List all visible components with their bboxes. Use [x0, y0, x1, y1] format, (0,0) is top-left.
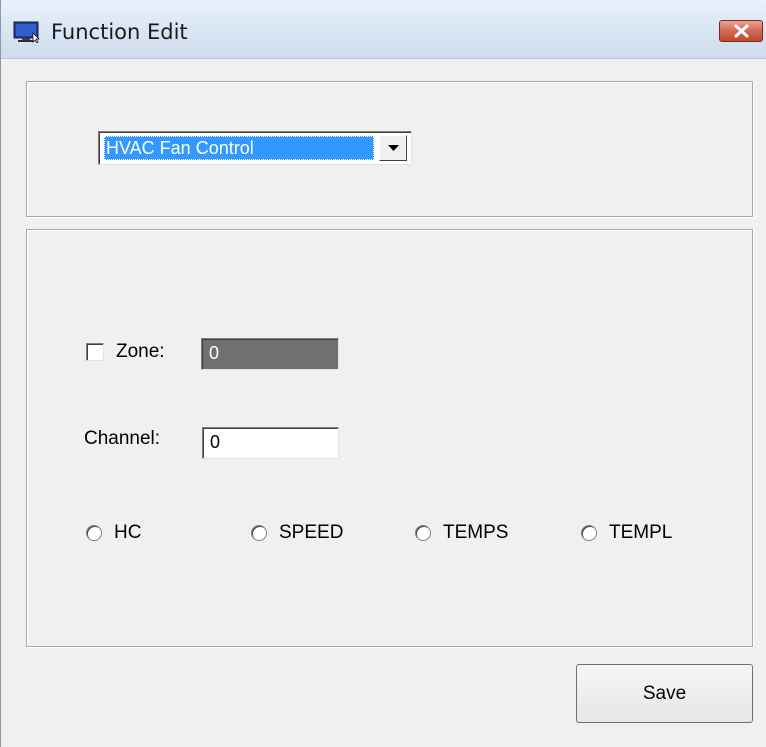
title-bar[interactable]: Function Edit	[1, 0, 766, 59]
radio-hc-label: HC	[114, 522, 142, 543]
close-icon	[734, 24, 749, 38]
radio-button[interactable]	[581, 525, 597, 541]
close-button[interactable]	[719, 20, 763, 42]
radio-button[interactable]	[251, 525, 267, 541]
chevron-down-icon	[388, 145, 399, 151]
window-title: Function Edit	[51, 20, 188, 44]
dropdown-arrow-button[interactable]	[379, 135, 407, 161]
radio-templ[interactable]: TEMPL	[581, 522, 672, 544]
radio-button[interactable]	[86, 525, 102, 541]
radio-speed[interactable]: SPEED	[251, 522, 343, 544]
function-dropdown-value: HVAC Fan Control	[104, 136, 374, 160]
radio-hc[interactable]: HC	[86, 522, 141, 544]
zone-checkbox[interactable]	[86, 343, 104, 361]
function-dropdown[interactable]: HVAC Fan Control	[98, 131, 412, 165]
function-edit-window: Function Edit HVAC Fan Control Zone: 0 C…	[0, 0, 766, 747]
channel-label: Channel:	[84, 428, 161, 449]
radio-temps[interactable]: TEMPS	[415, 522, 508, 544]
channel-field[interactable]: 0	[202, 427, 339, 459]
radio-speed-label: SPEED	[279, 522, 344, 543]
zone-label: Zone:	[116, 341, 165, 362]
monitor-icon	[13, 21, 41, 44]
zone-field: 0	[201, 338, 339, 370]
radio-temps-label: TEMPS	[443, 522, 509, 543]
radio-templ-label: TEMPL	[609, 522, 673, 543]
radio-button[interactable]	[415, 525, 431, 541]
save-button[interactable]: Save	[576, 664, 753, 723]
